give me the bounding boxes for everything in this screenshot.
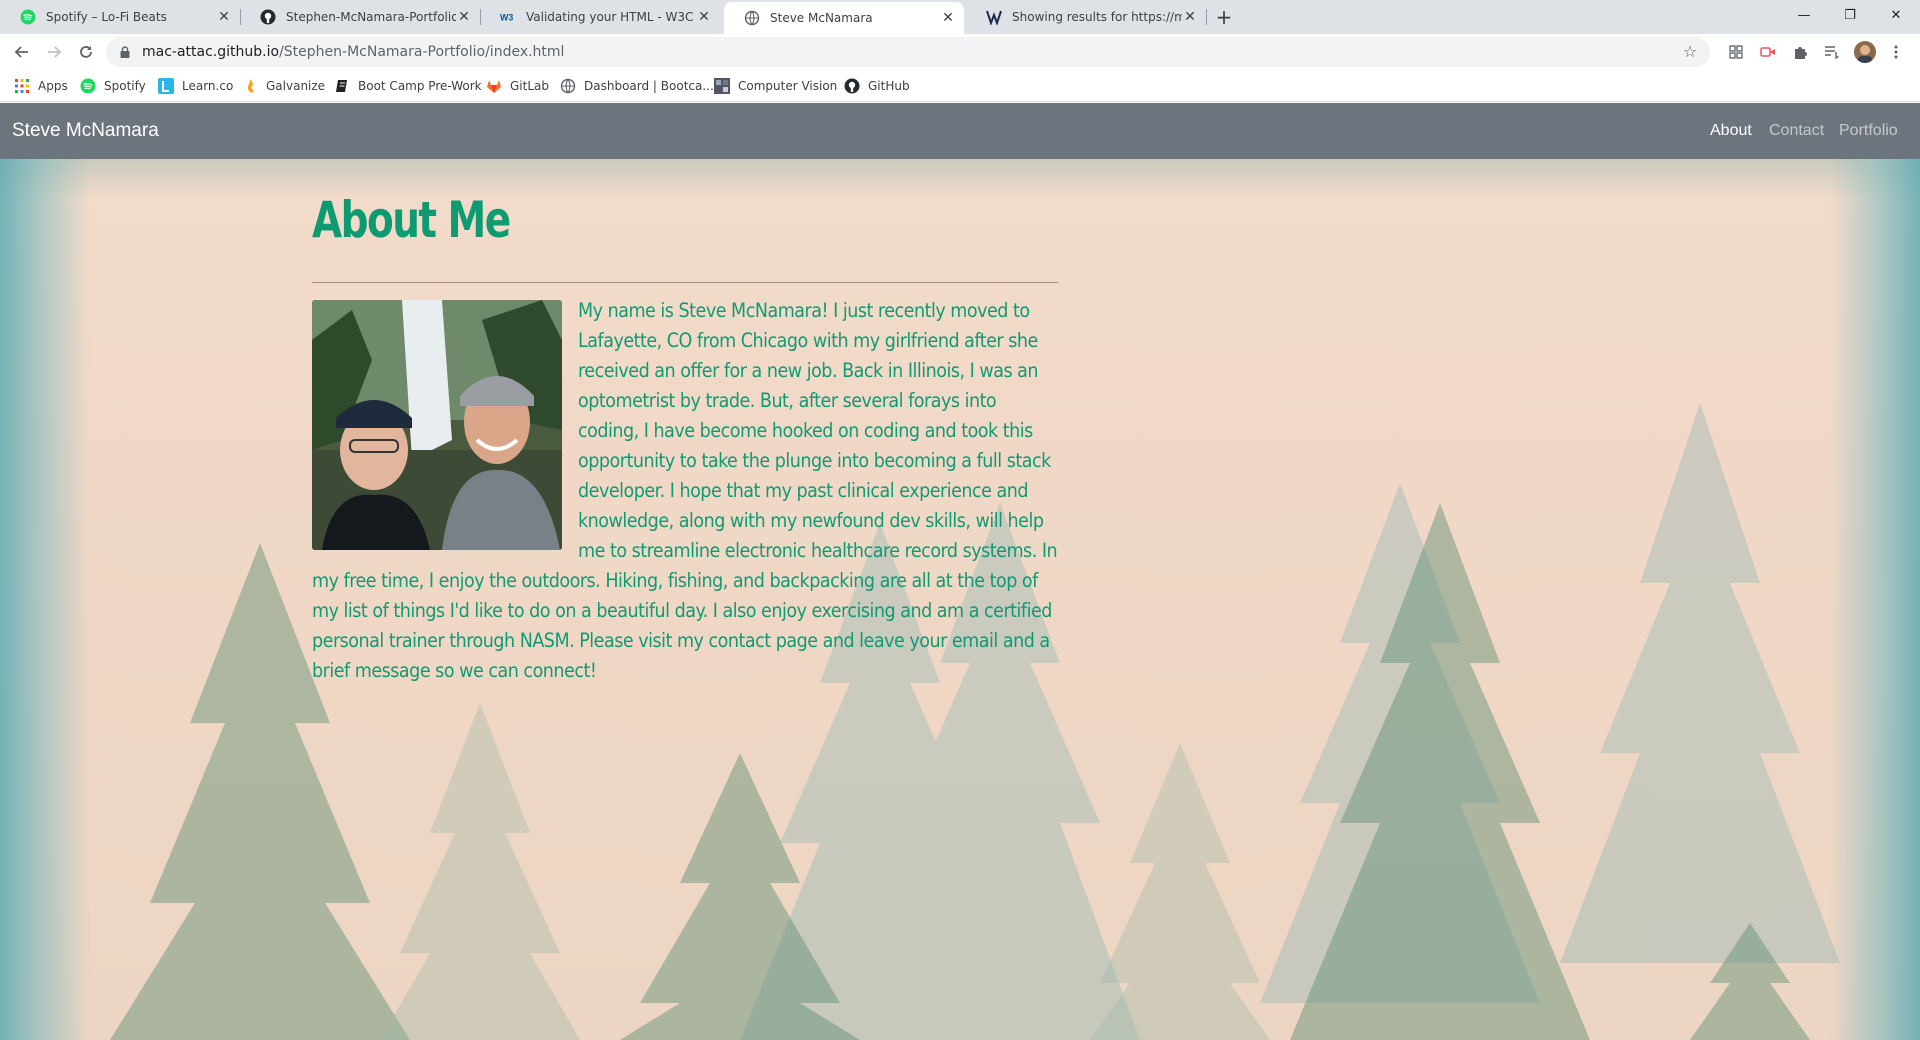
back-arrow-icon[interactable] [10,40,34,64]
screen-record-extension-icon[interactable] [1758,42,1778,62]
tab-github-portfolio[interactable]: Stephen-McNamara-Portfolio/index.html ✕ [240,0,481,34]
w3c-icon: W3 [500,9,516,25]
github-icon [844,78,860,94]
bookmark-computer-vision[interactable]: Computer Vision [714,77,837,95]
github-icon [260,9,276,25]
extension-grid-icon[interactable] [1726,42,1746,62]
reading-list-icon[interactable] [1822,42,1842,62]
apps-grid-icon [14,78,30,94]
about-body: My name is Steve McNamara! I just recent… [312,296,1058,686]
close-window-icon[interactable]: ✕ [1876,0,1916,30]
bookmark-label: Apps [38,79,68,93]
gitlab-icon [486,78,502,94]
page-left-watercolor-edge [0,103,90,1040]
bookmark-learnco[interactable]: Learn.co [158,77,233,95]
close-tab-icon[interactable]: ✕ [696,9,712,25]
bookmark-label: GitHub [868,79,910,93]
tab-title: Stephen-McNamara-Portfolio/index.html [286,10,456,24]
close-tab-icon[interactable]: ✕ [940,10,956,26]
url-path: /Stephen-McNamara-Portfolio/index.html [279,44,565,60]
tab-spotify[interactable]: Spotify – Lo-Fi Beats ✕ [0,0,241,34]
notebook-icon [334,78,350,94]
bookmark-label: Boot Camp Pre-Work [358,79,482,93]
svg-text:W3: W3 [500,13,513,23]
bookmark-spotify[interactable]: Spotify [80,77,146,95]
tab-steve-mcnamara[interactable]: Steve McNamara ✕ [724,2,964,34]
bookmark-apps[interactable]: Apps [14,77,68,95]
site-navbar: Steve McNamara About Contact Portfolio [0,103,1920,159]
learnco-icon [158,78,174,94]
tab-title: Steve McNamara [770,11,873,25]
profile-photo [312,300,562,550]
profile-avatar[interactable] [1854,41,1876,63]
url-host: mac-attac.github.io [142,44,280,60]
close-tab-icon[interactable]: ✕ [216,9,232,25]
globe-icon [744,10,760,26]
spotify-icon [80,78,96,94]
validator-icon [986,9,1002,25]
galvanize-icon [242,78,258,94]
tab-validator-results[interactable]: Showing results for https://mac-attac ✕ [966,0,1207,34]
tab-title: Validating your HTML - W3C Wiki [526,10,696,24]
tab-title: Spotify – Lo-Fi Beats [46,10,167,24]
page-title: About Me [312,191,511,249]
site-brand[interactable]: Steve McNamara [12,103,159,159]
nav-link-contact[interactable]: Contact [1769,103,1824,159]
web-page: Steve McNamara About Contact Portfolio A… [0,103,1920,1040]
restore-icon[interactable]: ❐ [1830,0,1870,30]
page-top-shading [0,159,1920,199]
bookmark-galvanize[interactable]: Galvanize [242,77,325,95]
browser-toolbar: mac-attac.github.io/Stephen-McNamara-Por… [0,34,1920,70]
tab-separator [1206,9,1207,25]
bookmarks-bar: Apps Spotify Learn.co Galvanize Boot Cam… [0,70,1920,102]
minimize-icon[interactable]: — [1784,0,1824,30]
nav-link-portfolio[interactable]: Portfolio [1839,103,1898,159]
globe-icon [560,78,576,94]
puzzle-extensions-icon[interactable] [1790,42,1810,62]
bookmark-label: Dashboard | Bootca... [584,79,714,93]
computer-vision-icon [714,78,730,94]
page-right-watercolor-edge [1830,103,1920,1040]
lock-icon[interactable] [118,45,132,59]
tab-strip: Spotify – Lo-Fi Beats ✕ Stephen-McNamara… [0,0,1920,34]
chrome-menu-icon[interactable] [1886,42,1906,62]
close-tab-icon[interactable]: ✕ [456,9,472,25]
bookmark-label: Computer Vision [738,79,838,93]
new-tab-button[interactable]: + [1212,6,1236,30]
spotify-icon [20,9,36,25]
bookmark-boot-camp-pre-work[interactable]: Boot Camp Pre-Work [334,77,482,95]
nav-link-about[interactable]: About [1710,103,1752,159]
bookmark-dashboard[interactable]: Dashboard | Bootca... [560,77,714,95]
tab-title: Showing results for https://mac-attac [1012,10,1182,24]
heading-divider [312,282,1058,283]
address-bar[interactable]: mac-attac.github.io/Stephen-McNamara-Por… [106,37,1710,67]
bookmark-gitlab[interactable]: GitLab [486,77,549,95]
reload-icon[interactable] [74,40,98,64]
bookmark-label: Galvanize [266,79,326,93]
url-text: mac-attac.github.io/Stephen-McNamara-Por… [142,44,564,60]
close-tab-icon[interactable]: ✕ [1182,9,1198,25]
bookmark-label: GitLab [510,79,549,93]
forward-arrow-icon[interactable] [42,40,66,64]
bookmark-github[interactable]: GitHub [844,77,910,95]
tab-w3c[interactable]: W3 Validating your HTML - W3C Wiki ✕ [480,0,720,34]
bookmark-label: Learn.co [182,79,234,93]
bookmark-star-icon[interactable]: ☆ [1680,42,1700,62]
bookmark-label: Spotify [104,79,146,93]
